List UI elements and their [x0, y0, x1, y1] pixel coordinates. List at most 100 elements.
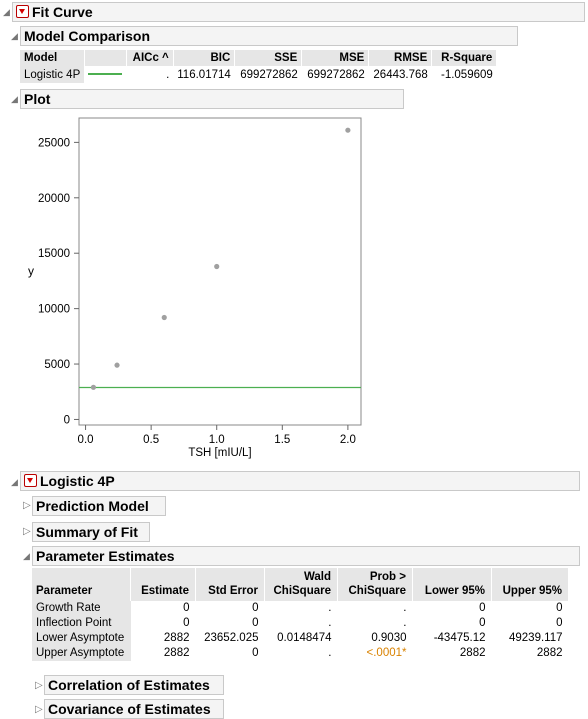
parameter-estimates-title: Parameter Estimates [36, 548, 175, 564]
bic-cell: 116.01714 [177, 68, 231, 81]
column-header[interactable] [84, 50, 127, 66]
column-header[interactable]: AICc ^ [126, 50, 174, 66]
parameter-cell: Upper Asymptote [32, 646, 131, 661]
column-header[interactable]: RMSE [368, 50, 433, 66]
y-tick-label: 5000 [44, 359, 70, 371]
model-comparison-table: Model AICc ^ BIC SSE MSE RMSE R-Square L… [20, 50, 498, 83]
model-name-cell: Logistic 4P [20, 66, 85, 83]
scatter-chart[interactable]: 0 5000 10000 15000 20000 25000 0.0 0.5 1.0 1.5 2.… [0, 110, 420, 465]
covariance-header[interactable]: Covariance of Estimates [44, 699, 224, 719]
correlation-title: Correlation of Estimates [48, 677, 210, 693]
wald-cell: . [328, 647, 332, 659]
prob-cell: 0.9030 [371, 632, 407, 644]
upper-cell: 0 [556, 617, 563, 629]
summary-of-fit-header[interactable]: Summary of Fit [32, 522, 150, 542]
header-line: Prob > [369, 571, 406, 583]
collapse-triangle-icon[interactable]: ◢ [23, 551, 30, 562]
x-tick-label: 0.5 [143, 434, 159, 446]
data-point [214, 263, 220, 270]
estimate-cell: 2882 [163, 632, 190, 644]
prediction-model-header[interactable]: Prediction Model [32, 496, 166, 516]
summary-of-fit-title: Summary of Fit [36, 524, 138, 540]
std-error-cell: 0 [252, 602, 259, 614]
y-tick-label: 10000 [38, 304, 70, 316]
data-point [90, 384, 97, 390]
collapse-triangle-icon[interactable]: ◢ [11, 31, 18, 42]
upper-cell: 0 [556, 602, 563, 614]
table-row: Logistic 4P . 116.01714 699272862 699272… [20, 66, 497, 83]
lower-cell: 0 [479, 602, 486, 614]
std-error-cell: 0 [252, 647, 259, 659]
column-header[interactable]: SSE [234, 50, 303, 66]
expand-triangle-icon[interactable]: ▷ [23, 526, 31, 537]
column-header[interactable]: Lower 95% [412, 568, 492, 601]
column-header[interactable]: Estimate [130, 568, 196, 601]
parameter-cell: Lower Asymptote [32, 631, 131, 646]
column-header[interactable]: Upper 95% [491, 568, 569, 601]
expand-triangle-icon[interactable]: ▷ [35, 680, 43, 691]
expand-triangle-icon[interactable]: ▷ [23, 500, 31, 511]
header-line: ChiSquare [273, 585, 331, 597]
header-line: ChiSquare [348, 585, 406, 597]
y-tick-label: 20000 [38, 193, 70, 205]
estimate-cell: 2882 [163, 647, 190, 659]
wald-cell: 0.0148474 [277, 632, 332, 644]
rsquare-cell: -1.059609 [440, 68, 493, 81]
parameter-cell: Growth Rate [32, 601, 131, 616]
estimate-cell: 0 [183, 602, 190, 614]
collapse-triangle-icon[interactable]: ◢ [3, 7, 10, 18]
estimate-cell: 0 [183, 617, 190, 629]
table-row: Growth Rate 0 0.. 0 0 [32, 601, 569, 616]
x-tick-label: 0.0 [78, 434, 94, 446]
column-header[interactable]: Wald ChiSquare [264, 568, 338, 601]
logistic-4p-header[interactable]: Logistic 4P [20, 471, 580, 491]
column-header[interactable]: Parameter [32, 568, 131, 601]
parameter-cell: Inflection Point [32, 616, 131, 631]
red-triangle-menu-icon[interactable] [24, 474, 37, 487]
rmse-cell: 26443.768 [373, 68, 428, 81]
sse-cell: 699272862 [240, 68, 298, 81]
table-row: Inflection Point 0 0.. 0 0 [32, 616, 569, 631]
fit-curve-header[interactable]: Fit Curve [12, 2, 585, 22]
collapse-triangle-icon[interactable]: ◢ [11, 477, 18, 488]
mse-cell: 699272862 [307, 68, 365, 81]
red-triangle-menu-icon[interactable] [16, 5, 29, 18]
y-axis-label: y [28, 264, 34, 278]
plot-header[interactable]: Plot [20, 89, 404, 109]
covariance-title: Covariance of Estimates [48, 701, 211, 717]
std-error-cell: 0 [252, 617, 259, 629]
wald-cell: . [328, 617, 332, 629]
prediction-model-title: Prediction Model [36, 498, 149, 514]
data-point [345, 127, 351, 133]
column-header[interactable]: Std Error [195, 568, 265, 601]
y-tick-label: 0 [64, 414, 70, 426]
y-tick-label: 15000 [38, 248, 70, 260]
table-row: Upper Asymptote 2882 0. <.0001* 2882 2882 [32, 646, 569, 661]
fit-curve-title: Fit Curve [32, 4, 93, 20]
model-comparison-header[interactable]: Model Comparison [20, 26, 518, 46]
prob-cell: . [403, 602, 407, 614]
lower-cell: -43475.12 [433, 632, 486, 644]
aicc-cell: . [166, 68, 170, 81]
column-header[interactable]: Prob > ChiSquare [337, 568, 413, 601]
data-point [161, 314, 167, 321]
correlation-header[interactable]: Correlation of Estimates [44, 675, 224, 695]
x-tick-label: 1.0 [209, 434, 225, 446]
column-header[interactable]: MSE [301, 50, 370, 66]
lower-cell: 0 [479, 617, 486, 629]
collapse-triangle-icon[interactable]: ◢ [11, 94, 18, 105]
expand-triangle-icon[interactable]: ▷ [35, 704, 43, 715]
column-header[interactable]: BIC [173, 50, 236, 66]
upper-cell: 49239.117 [508, 632, 563, 644]
plot-title: Plot [24, 91, 51, 107]
parameter-estimates-table: Parameter Estimate Std Error Wald ChiSqua… [32, 568, 569, 661]
x-tick-label: 2.0 [340, 434, 356, 446]
parameter-estimates-header[interactable]: Parameter Estimates [32, 546, 580, 566]
wald-cell: . [328, 602, 332, 614]
logistic-4p-title: Logistic 4P [40, 473, 115, 489]
column-header[interactable]: R-Square [431, 50, 498, 66]
upper-cell: 2882 [536, 647, 563, 659]
lower-cell: 2882 [459, 647, 486, 659]
plot-frame [78, 117, 362, 426]
column-header[interactable]: Model [20, 50, 85, 66]
